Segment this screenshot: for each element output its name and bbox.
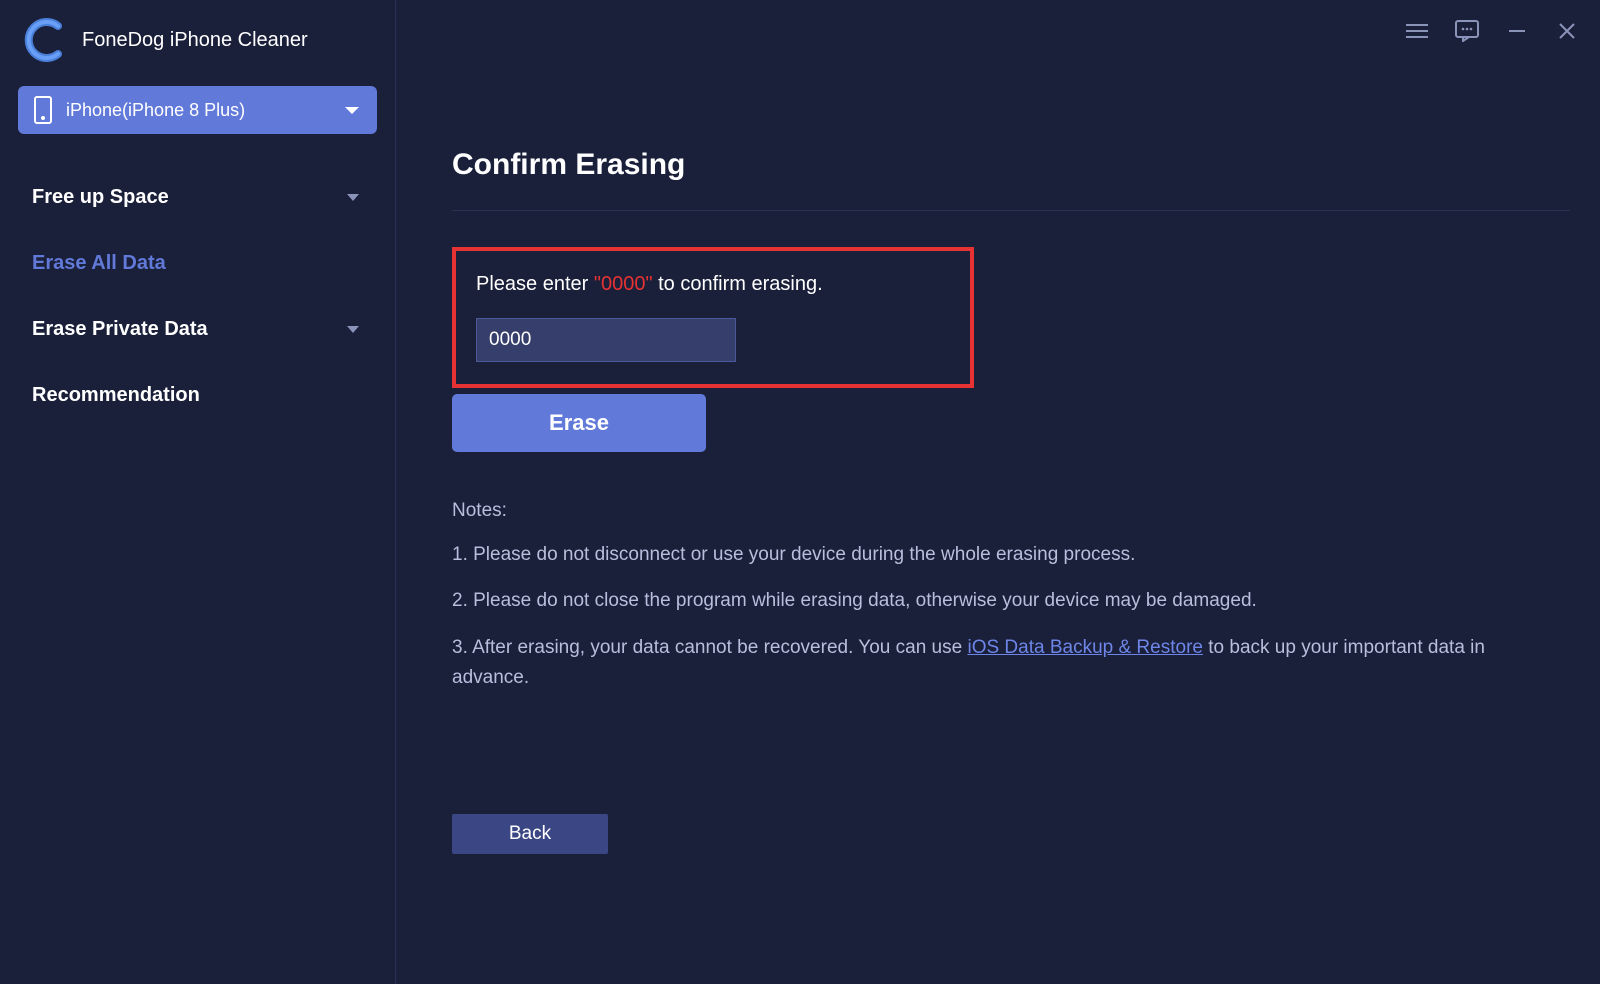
page-title: Confirm Erasing <box>452 148 1570 182</box>
sidebar-item-recommendation[interactable]: Recommendation <box>18 362 377 428</box>
menu-icon[interactable] <box>1404 18 1430 44</box>
close-icon[interactable] <box>1554 18 1580 44</box>
sidebar-item-label: Recommendation <box>32 384 200 407</box>
feedback-icon[interactable] <box>1454 18 1480 44</box>
sidebar-item-free-up-space[interactable]: Free up Space <box>18 164 377 230</box>
chevron-down-icon <box>347 326 359 333</box>
prompt-prefix: Please enter <box>476 273 594 295</box>
minimize-icon[interactable] <box>1504 18 1530 44</box>
chevron-down-icon <box>347 194 359 201</box>
page-content: Confirm Erasing Please enter "0000" to c… <box>396 0 1600 694</box>
sidebar-item-erase-all-data[interactable]: Erase All Data <box>18 230 377 296</box>
prompt-code: "0000" <box>594 273 653 295</box>
note-1: 1. Please do not disconnect or use your … <box>452 540 1502 570</box>
device-name: iPhone(iPhone 8 Plus) <box>66 100 245 121</box>
device-selector[interactable]: iPhone(iPhone 8 Plus) <box>18 86 377 134</box>
sidebar-item-erase-private-data[interactable]: Erase Private Data <box>18 296 377 362</box>
titlebar <box>1404 18 1580 44</box>
brand-header: FoneDog iPhone Cleaner <box>18 18 377 62</box>
confirm-code-input[interactable] <box>476 318 736 362</box>
confirm-prompt: Please enter "0000" to confirm erasing. <box>476 273 950 296</box>
prompt-suffix: to confirm erasing. <box>653 273 823 295</box>
confirm-highlight-box: Please enter "0000" to confirm erasing. <box>452 247 974 388</box>
erase-button[interactable]: Erase <box>452 394 706 452</box>
divider <box>452 210 1570 211</box>
phone-icon <box>34 96 52 124</box>
chevron-down-icon <box>345 107 359 114</box>
note-3: 3. After erasing, your data cannot be re… <box>452 633 1502 694</box>
notes-heading: Notes: <box>452 500 1570 522</box>
main-content: Confirm Erasing Please enter "0000" to c… <box>396 0 1600 984</box>
back-button[interactable]: Back <box>452 814 608 854</box>
sidebar-item-label: Erase Private Data <box>32 318 208 341</box>
ios-backup-restore-link[interactable]: iOS Data Backup & Restore <box>967 637 1203 658</box>
sidebar-item-label: Free up Space <box>32 186 169 209</box>
note-2: 2. Please do not close the program while… <box>452 586 1502 616</box>
note-3-prefix: 3. After erasing, your data cannot be re… <box>452 637 967 658</box>
sidebar-item-label: Erase All Data <box>32 252 166 275</box>
brand-logo-icon <box>22 18 66 62</box>
brand-name: FoneDog iPhone Cleaner <box>82 29 308 52</box>
sidebar: FoneDog iPhone Cleaner iPhone(iPhone 8 P… <box>0 0 396 984</box>
